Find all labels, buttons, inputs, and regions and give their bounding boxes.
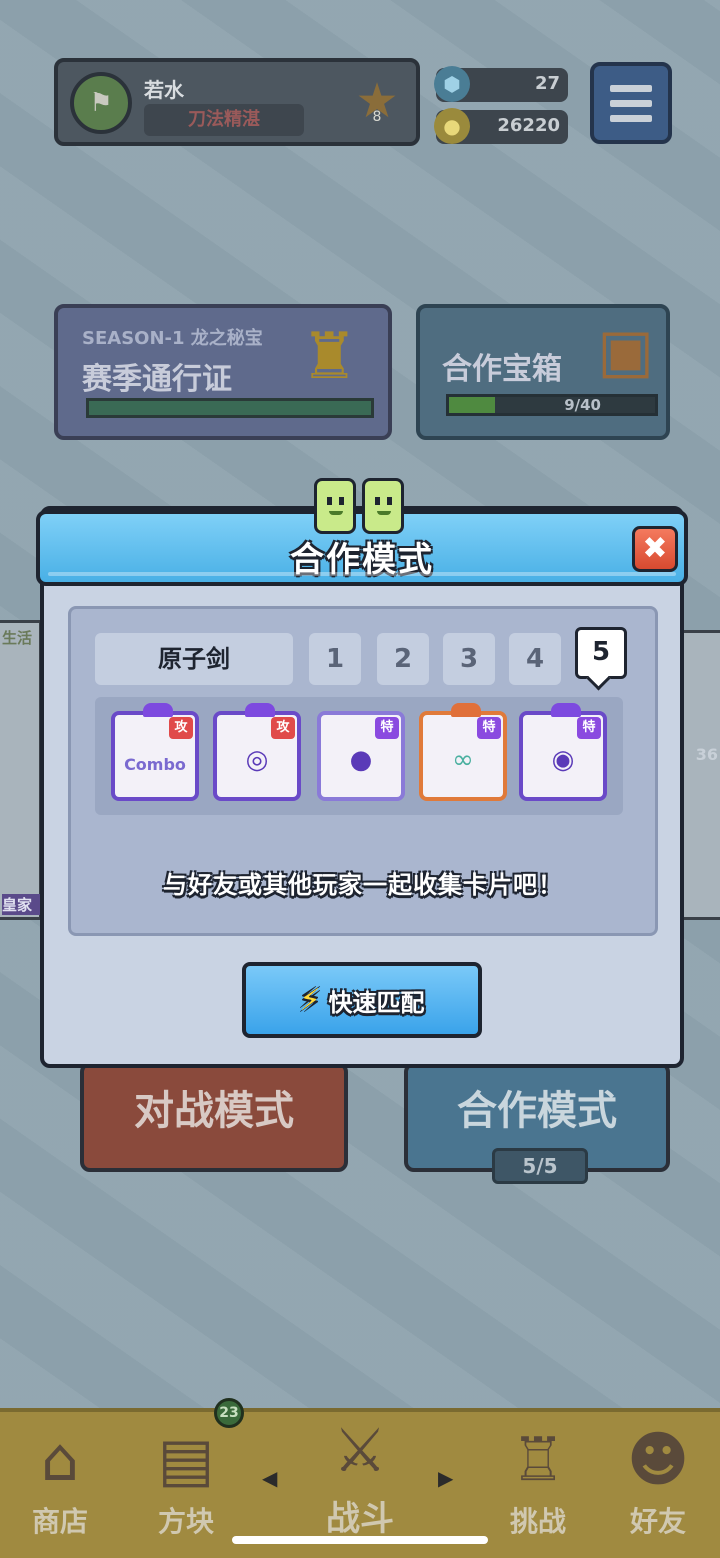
coop-mode-dialog: 合作模式 ✖ 原子剑 1 2 3 4 5 攻 Combo 攻 ◎ 特 ● 特 ∞… [36, 478, 688, 1068]
card-1[interactable]: 攻 Combo [111, 703, 199, 801]
card-tag: 特 [577, 717, 601, 739]
card-5[interactable]: 特 ◉ [519, 703, 607, 801]
card-tag: 攻 [271, 717, 295, 739]
dialog-title: 合作模式 [290, 540, 434, 580]
crack-dot-icon: ● [349, 745, 373, 775]
mascot-icon [314, 472, 410, 538]
home-indicator[interactable] [232, 1536, 488, 1544]
deck-panel: 原子剑 1 2 3 4 5 攻 Combo 攻 ◎ 特 ● 特 ∞ 特 ◉ 与好… [68, 606, 658, 936]
card-tag: 特 [375, 717, 399, 739]
card-4[interactable]: 特 ∞ [419, 703, 507, 801]
deck-name[interactable]: 原子剑 [95, 633, 293, 685]
dragon-horns-icon [451, 703, 481, 717]
dragon-horns-icon [143, 703, 173, 717]
card-tag: 攻 [169, 717, 193, 739]
card-tag: 特 [477, 717, 501, 739]
deck-tab-4[interactable]: 4 [509, 633, 561, 685]
deck-selector: 原子剑 1 2 3 4 5 [95, 627, 635, 687]
dragon-horns-icon [551, 703, 581, 717]
atom-icon: ◎ [245, 745, 269, 775]
spiral-icon: ◉ [551, 745, 575, 775]
quick-match-button[interactable]: ⚡ 快速匹配 [242, 962, 482, 1038]
deck-tab-1[interactable]: 1 [309, 633, 361, 685]
quick-match-label: 快速匹配 [328, 988, 425, 1017]
info-text: 与好友或其他玩家一起收集卡片吧！ [163, 871, 563, 899]
deck-tab-2[interactable]: 2 [377, 633, 429, 685]
deck-tab-3[interactable]: 3 [443, 633, 495, 685]
infinity-icon: ∞ [452, 745, 474, 775]
card-list: 攻 Combo 攻 ◎ 特 ● 特 ∞ 特 ◉ [95, 697, 623, 815]
mascot-left-icon [314, 478, 356, 534]
deck-tab-5[interactable]: 5 [575, 627, 627, 679]
lightning-icon: ⚡ [299, 982, 321, 1018]
card-2[interactable]: 攻 ◎ [213, 703, 301, 801]
mascot-right-icon [362, 478, 404, 534]
card-3[interactable]: 特 ● [317, 711, 405, 801]
close-button[interactable]: ✖ [632, 526, 678, 572]
dialog-header: 合作模式 ✖ [36, 478, 688, 586]
card-content: Combo [124, 755, 186, 774]
dragon-horns-icon [245, 703, 275, 717]
